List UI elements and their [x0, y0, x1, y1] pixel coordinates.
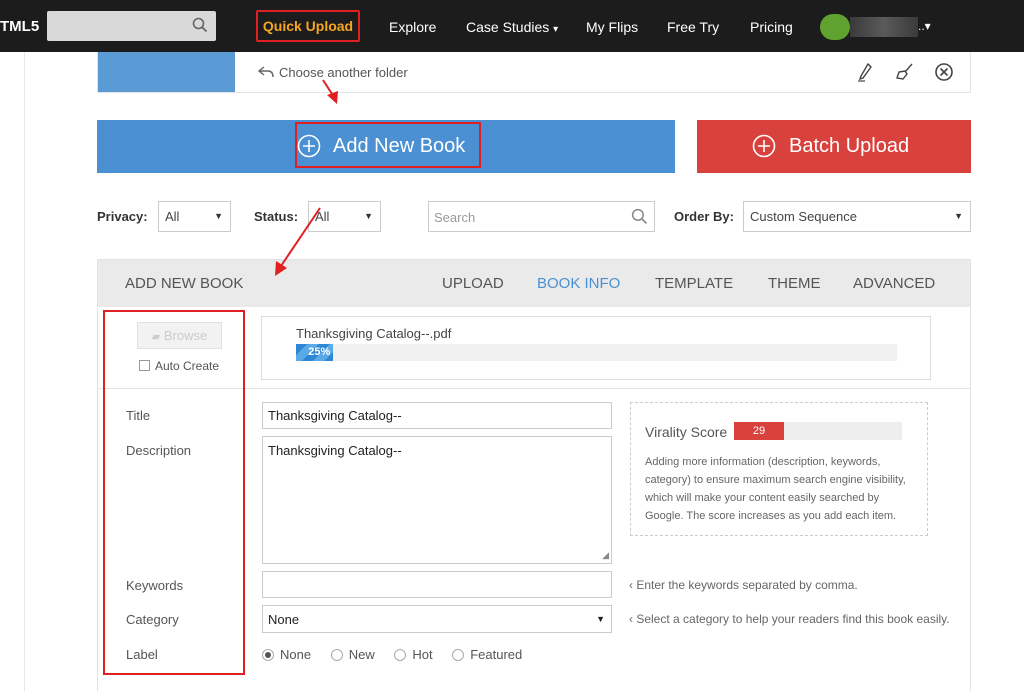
quick-upload-link[interactable]: Quick Upload	[256, 10, 360, 42]
nav-pricing[interactable]: Pricing	[750, 19, 793, 35]
radio-label: Featured	[470, 647, 523, 662]
pencil-icon[interactable]	[856, 62, 874, 85]
search-placeholder: Search	[434, 210, 476, 225]
description-value: Thanksgiving Catalog--	[268, 443, 402, 458]
radio-button[interactable]	[452, 649, 465, 661]
status-value: All	[315, 209, 330, 224]
tab-upload[interactable]: UPLOAD	[442, 275, 504, 292]
file-name: Thanksgiving Catalog--.pdf	[296, 326, 452, 341]
folder-bar: Choose another folder	[97, 52, 971, 93]
radio-label: Hot	[412, 647, 433, 662]
user-name-blurred[interactable]	[850, 17, 918, 37]
nav-case-studies-label: Case Studies	[466, 19, 550, 35]
upload-progress-bar: 25%	[296, 344, 897, 361]
folder-thumbnail[interactable]	[98, 52, 235, 92]
keywords-input[interactable]	[262, 571, 612, 598]
virality-help-text: Adding more information (description, ke…	[645, 456, 906, 522]
label-option-hot[interactable]: Hot	[394, 647, 433, 662]
description-textarea[interactable]: Thanksgiving Catalog-- ◢	[262, 436, 612, 564]
nav-case-studies[interactable]: Case Studies ▾	[466, 19, 558, 35]
user-menu-caret[interactable]: ..▾	[918, 19, 931, 33]
chevron-down-icon: ▼	[214, 211, 223, 221]
tab-bar: ADD NEW BOOK UPLOAD BOOK INFO TEMPLATE T…	[98, 260, 970, 307]
order-by-label: Order By:	[674, 209, 734, 224]
search-icon[interactable]	[192, 17, 208, 36]
nav-search-input[interactable]	[47, 11, 216, 41]
batch-upload-label: Batch Upload	[789, 135, 910, 157]
nav-my-flips[interactable]: My Flips	[586, 19, 638, 35]
nav-free-try[interactable]: Free Try	[667, 19, 719, 35]
chevron-down-icon: ▼	[364, 211, 373, 221]
nav-explore[interactable]: Explore	[389, 19, 436, 35]
label-option-featured[interactable]: Featured	[452, 647, 522, 662]
plus-circle-icon	[752, 134, 776, 161]
virality-score-bar: 29	[734, 422, 902, 440]
status-select[interactable]: All ▼	[308, 201, 381, 232]
upload-progress-box: Thanksgiving Catalog--.pdf 25%	[261, 316, 931, 380]
upload-progress-fill: 25%	[296, 344, 334, 361]
chevron-down-icon: ▼	[596, 614, 605, 624]
category-value: None	[268, 612, 300, 627]
label-option-none[interactable]: None	[262, 647, 311, 662]
status-label: Status:	[254, 209, 299, 224]
highlight-box	[295, 122, 481, 168]
add-new-book-button[interactable]: Add New Book	[97, 120, 675, 173]
radio-label: New	[348, 647, 375, 662]
privacy-value: All	[165, 209, 180, 224]
order-by-select[interactable]: Custom Sequence ▼	[743, 201, 971, 232]
avatar[interactable]	[820, 14, 850, 40]
chevron-down-icon: ▼	[954, 211, 963, 221]
radio-button[interactable]	[330, 649, 343, 661]
choose-another-folder-link[interactable]: Choose another folder	[279, 65, 408, 80]
radio-button[interactable]	[262, 649, 274, 661]
privacy-label: Privacy:	[97, 209, 148, 224]
tab-template[interactable]: TEMPLATE	[655, 275, 733, 292]
virality-score-value: 29	[734, 422, 784, 440]
tab-book-info[interactable]: BOOK INFO	[537, 275, 620, 292]
site-logo[interactable]: TML5	[0, 18, 39, 35]
close-icon[interactable]	[934, 62, 954, 85]
panel-heading: ADD NEW BOOK	[125, 275, 244, 292]
resize-handle-icon[interactable]: ◢	[602, 550, 609, 561]
back-arrow-icon[interactable]	[257, 65, 274, 82]
privacy-select[interactable]: All ▼	[158, 201, 231, 232]
category-hint: ‹ Select a category to help your readers…	[629, 612, 950, 626]
radio-button[interactable]	[394, 649, 407, 661]
tab-advanced[interactable]: ADVANCED	[853, 275, 935, 292]
tab-theme[interactable]: THEME	[768, 275, 821, 292]
broom-icon[interactable]	[895, 62, 915, 85]
virality-score-box: Virality Score 29 Adding more informatio…	[630, 402, 928, 536]
book-search-input[interactable]: Search	[428, 201, 655, 232]
page-left-border	[24, 52, 25, 691]
batch-upload-button[interactable]: Batch Upload	[697, 120, 971, 173]
title-input[interactable]: Thanksgiving Catalog--	[262, 402, 612, 429]
order-by-value: Custom Sequence	[750, 209, 857, 224]
label-radio-group: None New Hot Featured	[262, 647, 538, 662]
search-icon[interactable]	[631, 208, 648, 228]
top-navbar: TML5 Quick Upload Explore Case Studies ▾…	[0, 0, 1024, 52]
category-select[interactable]: None ▼	[262, 605, 612, 633]
keywords-hint: ‹ Enter the keywords separated by comma.	[629, 578, 858, 592]
highlight-box	[103, 310, 245, 675]
label-option-new[interactable]: New	[330, 647, 375, 662]
chevron-down-icon: ▾	[553, 24, 559, 35]
radio-label: None	[280, 647, 312, 662]
virality-score-label: Virality Score	[645, 424, 728, 440]
